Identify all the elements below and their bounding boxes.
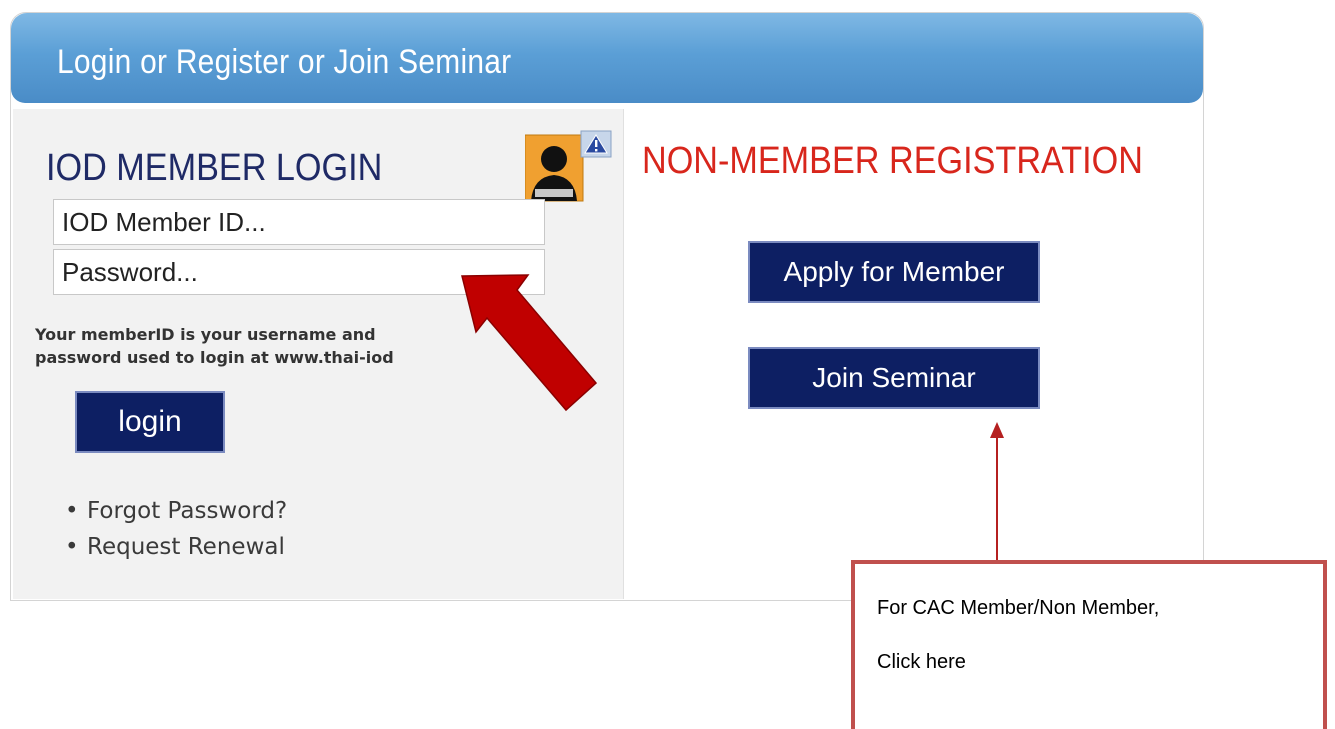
- warning-icon: [580, 130, 612, 158]
- request-renewal-link[interactable]: Request Renewal: [87, 534, 285, 560]
- callout-text-line2: Click here: [877, 651, 966, 673]
- bullet-icon: •: [65, 498, 79, 524]
- page: Login or Register or Join Seminar IOD ME…: [0, 0, 1335, 729]
- annotation-callout: For CAC Member/Non Member, Click here: [851, 560, 1327, 729]
- member-id-input[interactable]: [53, 199, 545, 245]
- list-item: • Forgot Password?: [65, 493, 287, 529]
- login-register-panel: Login or Register or Join Seminar IOD ME…: [10, 12, 1204, 601]
- non-member-registration-heading: NON-MEMBER REGISTRATION: [642, 140, 1143, 182]
- password-input[interactable]: [53, 249, 545, 295]
- panel-title: Login or Register or Join Seminar: [57, 43, 512, 81]
- login-info-line1: Your memberID is your username and: [35, 325, 376, 344]
- login-button[interactable]: login: [75, 391, 225, 453]
- login-info-text: Your memberID is your username and passw…: [35, 323, 515, 369]
- login-info-line2: password used to login at www.thai-iod: [35, 348, 394, 367]
- forgot-password-link[interactable]: Forgot Password?: [87, 498, 287, 524]
- panel-header: Login or Register or Join Seminar: [11, 13, 1203, 103]
- callout-text-line1: For CAC Member/Non Member,: [877, 597, 1160, 619]
- member-login-section: IOD MEMBER LOGIN Your memberID is your u…: [13, 109, 624, 599]
- member-login-heading: IOD MEMBER LOGIN: [46, 147, 383, 189]
- bullet-icon: •: [65, 534, 79, 560]
- member-icon: [525, 130, 612, 202]
- join-seminar-button[interactable]: Join Seminar: [748, 347, 1040, 409]
- login-links-list: • Forgot Password? • Request Renewal: [65, 493, 287, 565]
- apply-for-member-button[interactable]: Apply for Member: [748, 241, 1040, 303]
- list-item: • Request Renewal: [65, 529, 287, 565]
